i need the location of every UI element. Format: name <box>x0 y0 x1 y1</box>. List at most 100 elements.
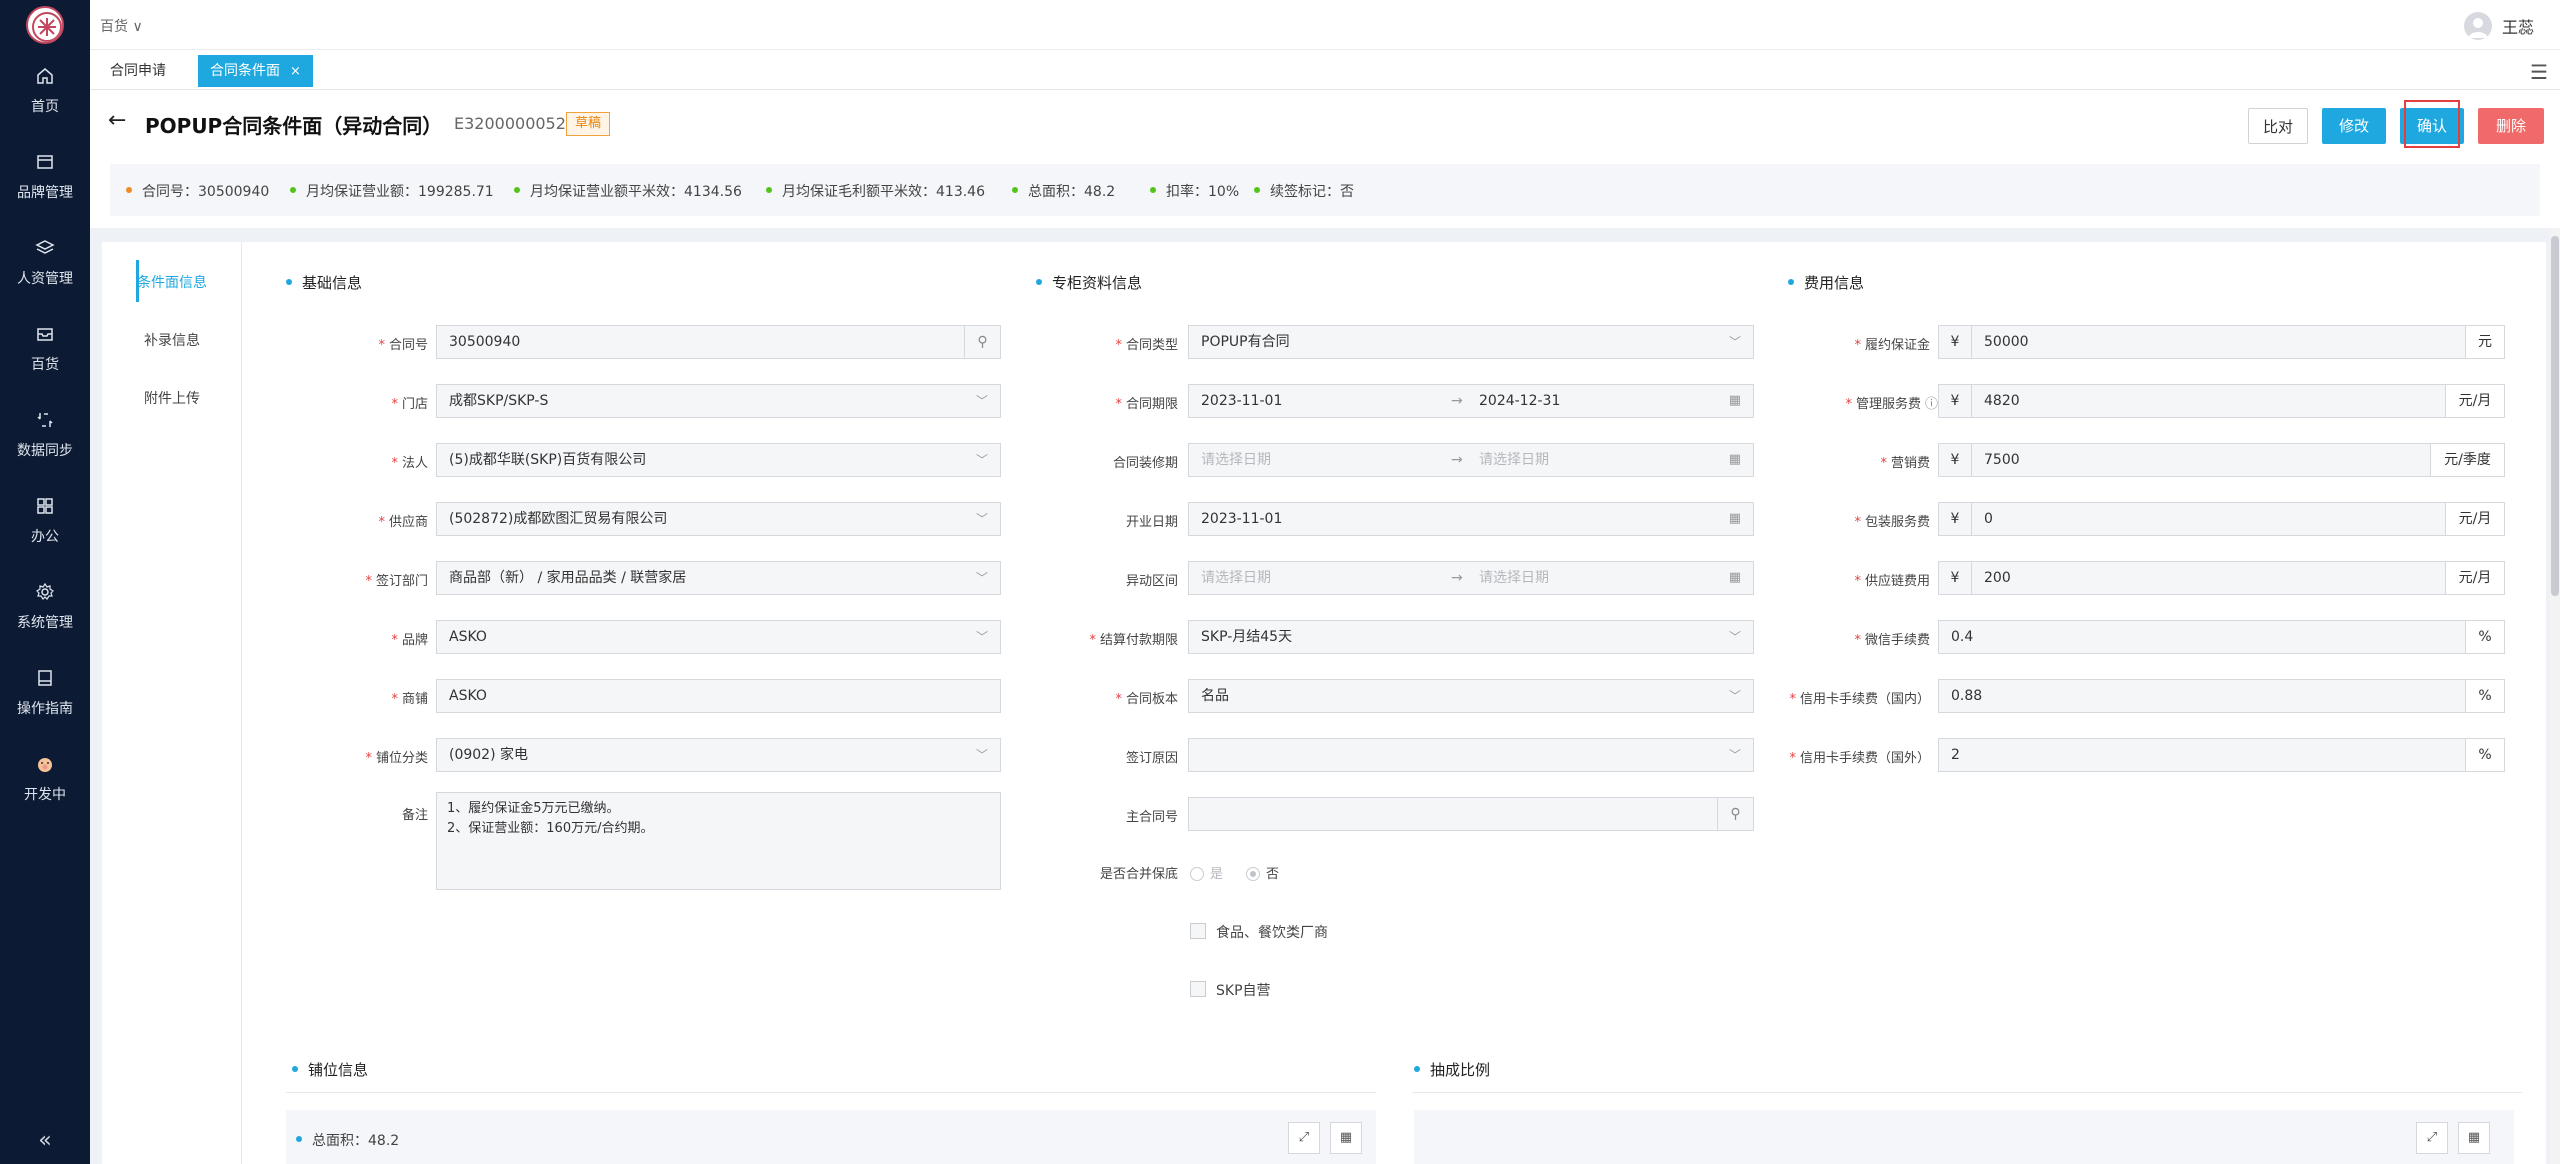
label-deposit: * 履约保证金 <box>1854 338 1930 353</box>
info-monthly-sales: 月均保证营业额：199285.71 <box>290 181 494 201</box>
label-brand: * 品牌 <box>391 633 428 648</box>
nav-data-sync[interactable]: 数据同步 <box>0 410 90 488</box>
marketing-fee-input[interactable]: 7500 <box>1971 443 2431 477</box>
chevron-down-icon: ﹀ <box>1728 748 1741 762</box>
search-icon[interactable]: ⚲ <box>1717 798 1753 830</box>
shop-panel: 总面积：48.2 ⤢ ▦ <box>286 1110 1376 1164</box>
status-badge: 草稿 <box>566 112 611 136</box>
dept-select[interactable]: 商品部（新） / 家用品品类 / 联营家居 ﹀ <box>436 561 1001 595</box>
info-icon: ⓘ <box>1924 397 1938 412</box>
expand-icon[interactable]: ⤢ <box>1288 1122 1320 1154</box>
user-menu[interactable]: 王蕊 <box>2463 12 2534 40</box>
compare-button[interactable]: 比对 <box>2248 108 2308 144</box>
top-bar: 百货 ∨ 王蕊 <box>90 0 2560 50</box>
label-change-range: 异动区间 <box>1125 574 1178 589</box>
inbox-icon <box>37 328 53 341</box>
merge-no-radio[interactable]: 否 <box>1246 863 1279 882</box>
package-fee-input[interactable]: 0 <box>1971 502 2446 536</box>
tab-contract-apply[interactable]: 合同申请 <box>98 55 178 87</box>
scrollbar-thumb[interactable] <box>2551 236 2559 596</box>
contract-period-range[interactable]: 2023-11-01 → 2024-12-31 ▦ <box>1188 384 1754 418</box>
store-select[interactable]: 成都SKP/SKP-S ﹀ <box>436 384 1001 418</box>
snav-condition[interactable]: 条件面信息 <box>102 272 242 292</box>
label-contract-template: * 合同板本 <box>1115 692 1178 707</box>
snav-attachment[interactable]: 附件上传 <box>102 388 242 408</box>
sync-icon <box>37 413 53 427</box>
nav-hr[interactable]: 人资管理 <box>0 238 90 316</box>
label-supply-chain: * 供应链费用 <box>1854 574 1930 589</box>
payment-term-select[interactable]: SKP-月结45天 ﹀ <box>1188 620 1754 654</box>
close-tab-icon[interactable]: × <box>290 64 301 79</box>
delete-button[interactable]: 删除 <box>2478 108 2544 144</box>
label-store: * 门店 <box>391 397 428 412</box>
credit-domestic-input[interactable]: 0.88 <box>1938 679 2466 713</box>
layout-icon[interactable]: ▦ <box>2458 1122 2490 1154</box>
edit-button[interactable]: 修改 <box>2322 108 2386 144</box>
supplier-select[interactable]: (502872)成都欧图汇贸易有限公司 ﹀ <box>436 502 1001 536</box>
label-remark: 备注 <box>401 808 428 823</box>
main-contract-input[interactable]: ⚲ <box>1188 797 1754 831</box>
nav-office[interactable]: 办公 <box>0 496 90 574</box>
nav-brand[interactable]: 品牌管理 <box>0 152 90 230</box>
store-selector[interactable]: 百货 ∨ <box>100 16 143 36</box>
nav-department-store[interactable]: 百货 <box>0 324 90 402</box>
collapse-sidebar-button[interactable]: « <box>0 1118 90 1164</box>
summary-bar: 合同号：30500940 月均保证营业额：199285.71 月均保证营业额平米… <box>110 164 2540 216</box>
legal-entity-select[interactable]: (5)成都华联(SKP)百货有限公司 ﹀ <box>436 443 1001 477</box>
divider <box>286 1092 1376 1093</box>
credit-international-input[interactable]: 2 <box>1938 738 2466 772</box>
category-select[interactable]: (0902) 家电 ﹀ <box>436 738 1001 772</box>
chevron-down-icon: ﹀ <box>975 630 988 644</box>
label-legal: * 法人 <box>391 456 428 471</box>
change-range-picker[interactable]: 请选择日期 → 请选择日期 ▦ <box>1188 561 1754 595</box>
contract-no-input[interactable]: 30500940 ⚲ <box>436 325 1001 359</box>
chevron-down-icon: ﹀ <box>1728 689 1741 703</box>
layers-icon <box>35 240 55 254</box>
contract-code: E3200000052 <box>454 114 566 133</box>
brand-select[interactable]: ASKO ﹀ <box>436 620 1001 654</box>
user-name: 王蕊 <box>2501 18 2534 37</box>
nav-home[interactable]: 首页 <box>0 66 90 144</box>
open-date-picker[interactable]: 2023-11-01 ▦ <box>1188 502 1754 536</box>
unit-label: 元/月 <box>2445 384 2505 418</box>
label-merge-floor: 是否合并保底 <box>1099 867 1178 882</box>
search-icon[interactable]: ⚲ <box>964 326 1000 358</box>
wechat-fee-input[interactable]: 0.4 <box>1938 620 2466 654</box>
food-checkbox[interactable]: 食品、餐饮类厂商 <box>1190 922 1328 942</box>
chevron-down-icon: ﹀ <box>975 453 988 467</box>
label-marketing: * 营销费 <box>1880 456 1930 471</box>
label-payment-term: * 结算付款期限 <box>1089 633 1178 648</box>
grid-icon <box>37 498 53 514</box>
tab-contract-condition[interactable]: 合同条件面 × <box>198 55 313 87</box>
supply-chain-input[interactable]: 200 <box>1971 561 2446 595</box>
snav-supplement[interactable]: 补录信息 <box>102 330 242 350</box>
nav-system[interactable]: 系统管理 <box>0 582 90 660</box>
remark-textarea[interactable]: 1、履约保证金5万元已缴纳。 2、保证营业额：160万元/合约期。 <box>436 792 1001 890</box>
contract-template-select[interactable]: 名品 ﹀ <box>1188 679 1754 713</box>
gear-icon <box>36 582 54 600</box>
page-title: POPUP合同条件面（异动合同） <box>145 114 443 138</box>
layout-icon[interactable]: ▦ <box>1330 1122 1362 1154</box>
expand-icon[interactable]: ⤢ <box>2416 1122 2448 1154</box>
shop-input[interactable]: ASKO <box>436 679 1001 713</box>
section-basic: 基础信息 <box>286 272 362 293</box>
nav-dev[interactable]: 开发中 <box>0 754 90 832</box>
pig-icon <box>38 758 52 772</box>
unit-label: 元/季度 <box>2430 443 2505 477</box>
merge-yes-radio[interactable]: 是 <box>1190 863 1223 882</box>
chevron-down-icon: ﹀ <box>1728 335 1741 349</box>
back-arrow-icon[interactable]: ← <box>108 108 126 133</box>
info-rate: 扣率：10% <box>1150 181 1239 201</box>
mgmt-fee-input[interactable]: 4820 <box>1971 384 2446 418</box>
label-wechat-fee: * 微信手续费 <box>1854 633 1930 648</box>
contract-type-select[interactable]: POPUP有合同 ﹀ <box>1188 325 1754 359</box>
ratio-panel: ⤢ ▦ <box>1414 1110 2514 1164</box>
nav-guide[interactable]: 操作指南 <box>0 668 90 746</box>
skp-self-checkbox[interactable]: SKP自营 <box>1190 980 1271 1000</box>
divider <box>1412 1092 2522 1093</box>
sign-reason-select[interactable]: ﹀ <box>1188 738 1754 772</box>
menu-icon[interactable]: ☰ <box>2530 60 2548 84</box>
info-renewal: 续签标记：否 <box>1254 181 1354 201</box>
deposit-input[interactable]: 50000 <box>1971 325 2466 359</box>
decor-period-range[interactable]: 请选择日期 → 请选择日期 ▦ <box>1188 443 1754 477</box>
